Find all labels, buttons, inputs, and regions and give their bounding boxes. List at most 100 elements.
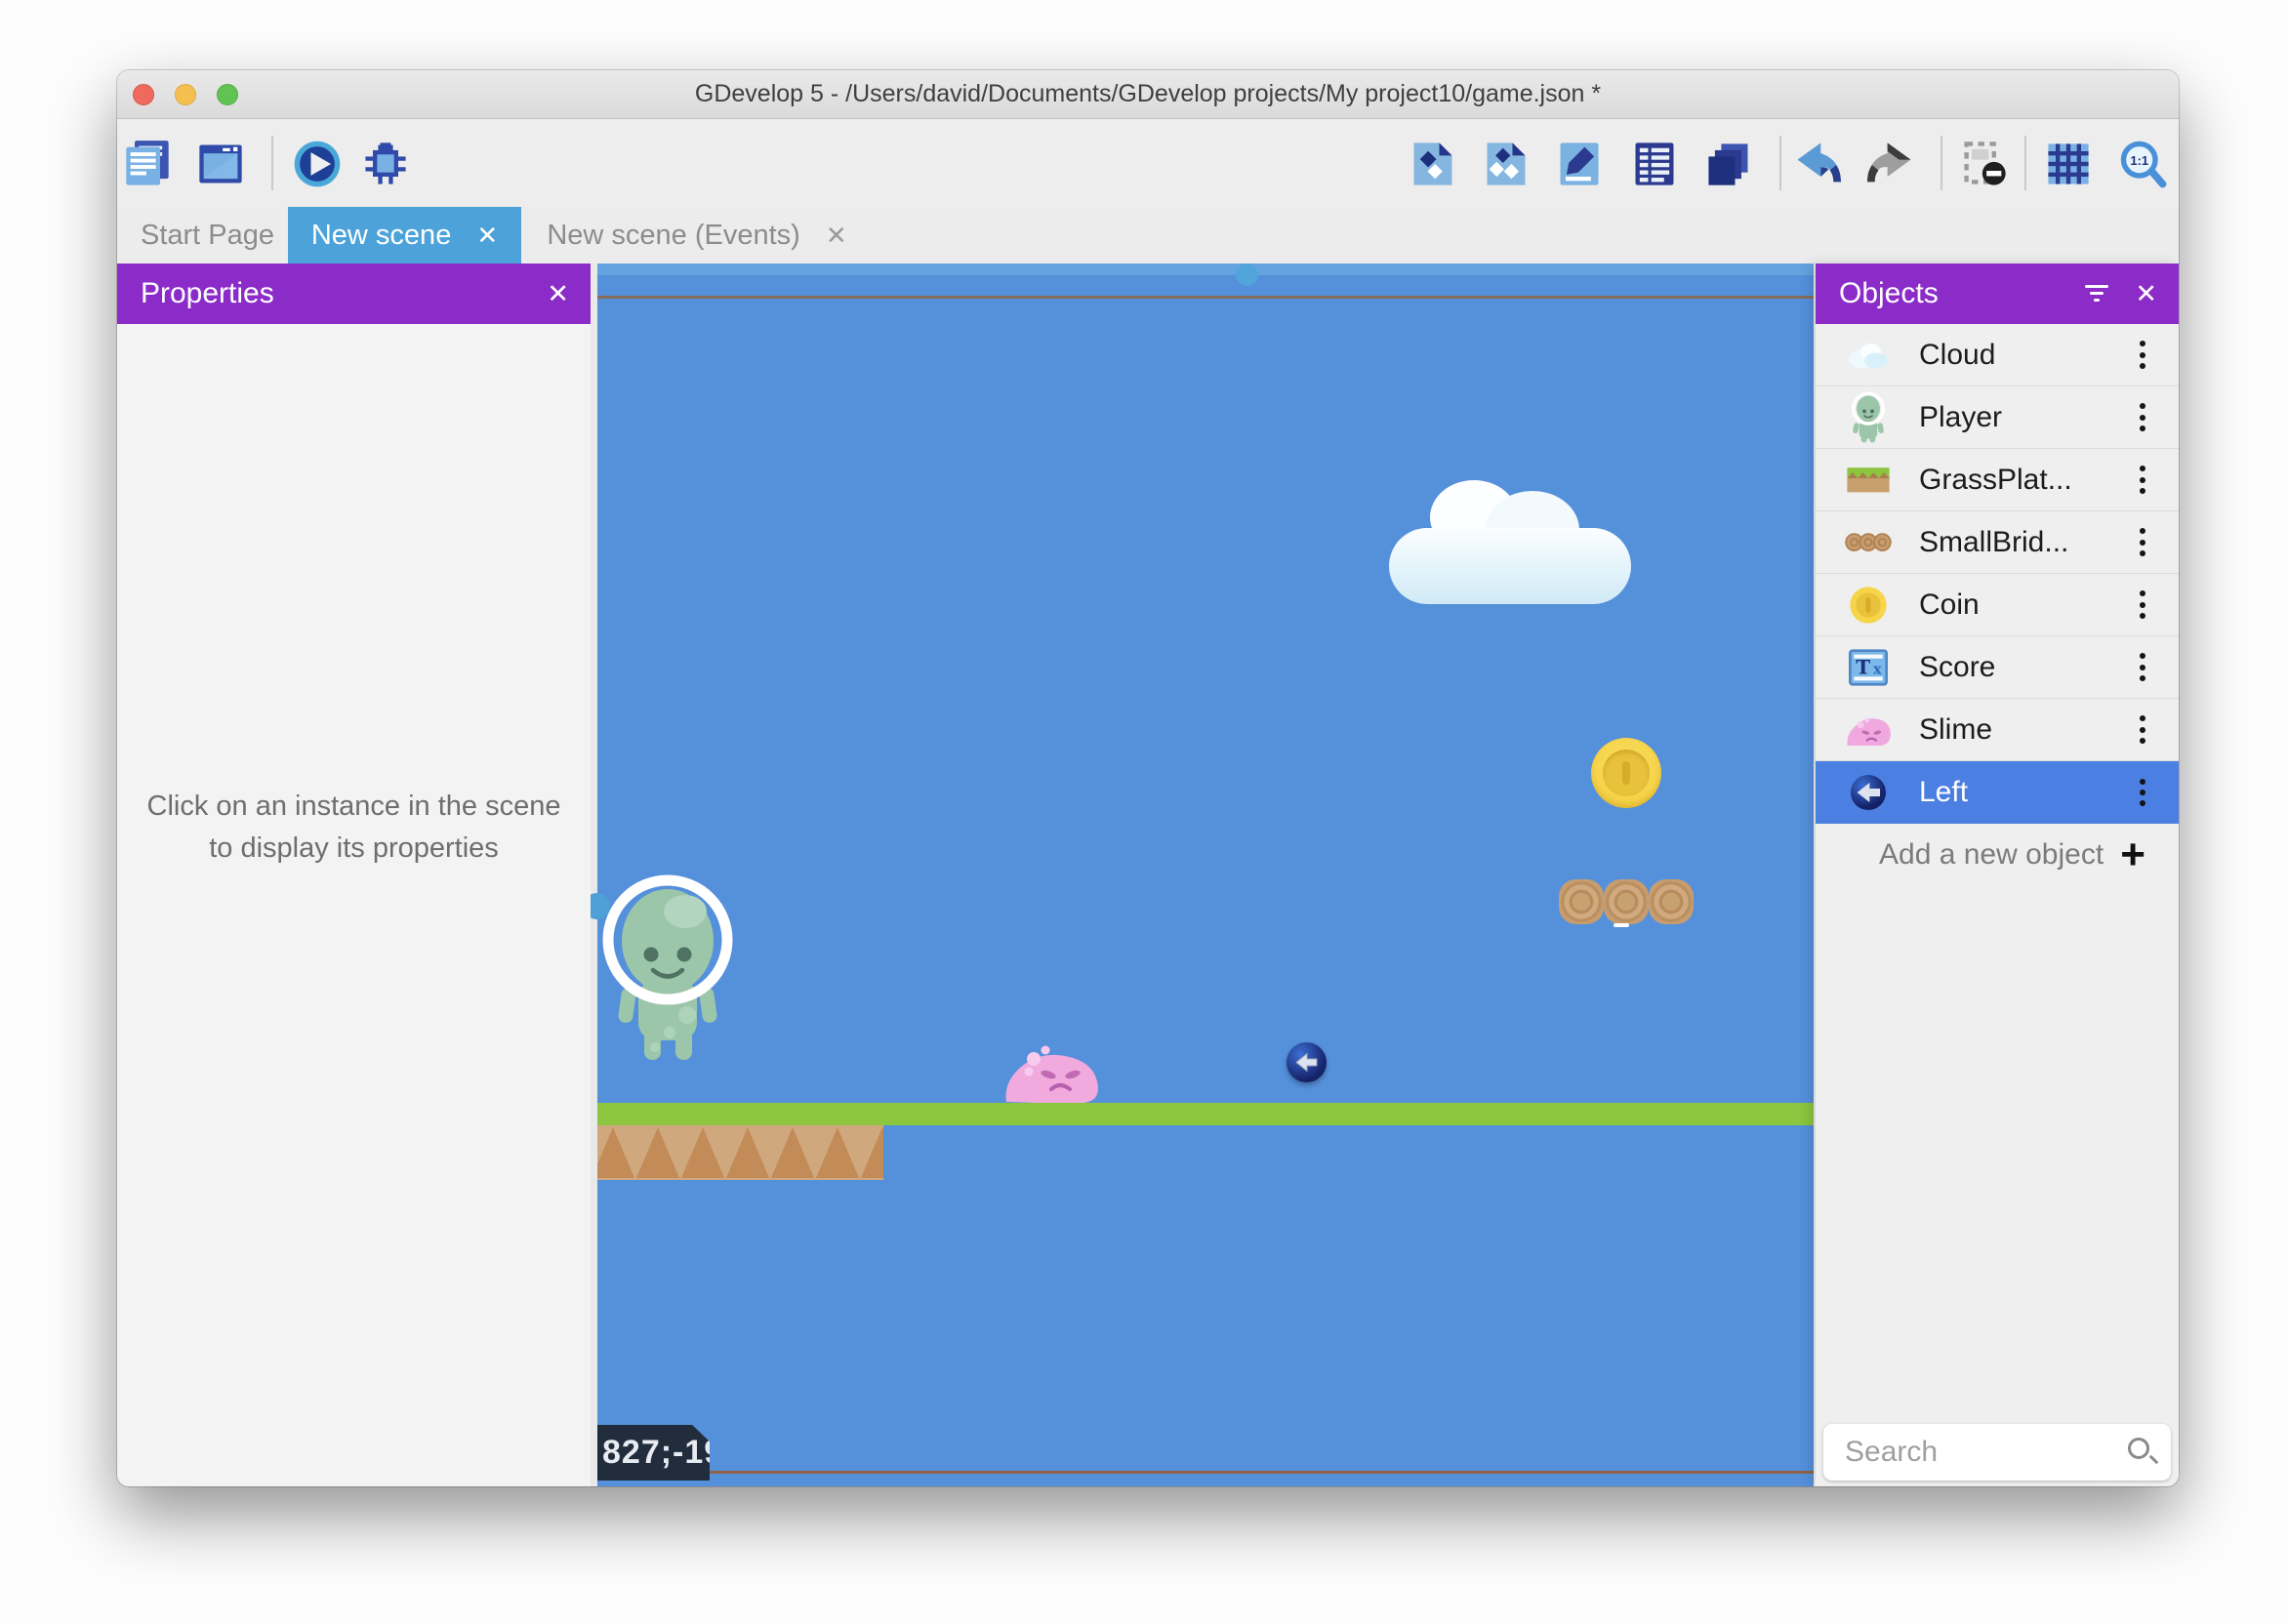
properties-body: Click on an instance in the scene to dis… xyxy=(117,324,591,1486)
layers-button[interactable] xyxy=(1700,136,1757,192)
project-manager-icon xyxy=(122,139,173,189)
redo-icon xyxy=(1866,139,1917,189)
object-row-smallbridge[interactable]: SmallBrid... xyxy=(1816,511,2179,574)
window-title: GDevelop 5 - /Users/david/Documents/GDev… xyxy=(695,80,1601,108)
object-row-player[interactable]: Player xyxy=(1816,386,2179,449)
object-label: Left xyxy=(1919,776,2128,809)
object-row-coin[interactable]: Coin xyxy=(1816,574,2179,636)
scene-player-instance[interactable] xyxy=(594,871,741,1066)
object-label: SmallBrid... xyxy=(1919,526,2128,559)
horizontal-scrollbar-thumb[interactable] xyxy=(1236,264,1258,286)
object-row-left[interactable]: Left xyxy=(1816,761,2179,824)
bridge-log xyxy=(1649,879,1694,924)
object-row-grassplatform[interactable]: GrassPlat... xyxy=(1816,449,2179,511)
play-preview-button[interactable] xyxy=(289,136,346,192)
kebab-menu-icon[interactable] xyxy=(2128,401,2157,434)
scene-cloud-instance[interactable] xyxy=(1381,464,1645,620)
scene-left-instance[interactable] xyxy=(1287,1042,1327,1082)
object-row-score[interactable]: T x Score xyxy=(1816,636,2179,699)
small-bridge-object-icon xyxy=(1845,519,1892,566)
scene-coin-instance[interactable] xyxy=(1591,738,1661,808)
tab-new-scene-events[interactable]: New scene (Events) ✕ xyxy=(521,207,873,264)
objects-search-input[interactable] xyxy=(1823,1424,2171,1481)
mask-icon xyxy=(1959,139,2010,189)
zoom-window-button[interactable] xyxy=(217,84,238,105)
bridge-log xyxy=(1604,879,1649,924)
editor-main: Properties ✕ Click on an instance in the… xyxy=(117,264,2179,1486)
minimize-window-button[interactable] xyxy=(175,84,196,105)
layers-icon xyxy=(1703,139,1754,189)
kebab-menu-icon[interactable] xyxy=(2128,339,2157,372)
redo-button[interactable] xyxy=(1863,136,1920,192)
add-icon[interactable]: + xyxy=(2120,833,2145,876)
start-page-button[interactable] xyxy=(192,136,249,192)
play-icon xyxy=(292,139,343,189)
kebab-menu-icon[interactable] xyxy=(2128,589,2157,622)
search-icon xyxy=(2128,1438,2149,1459)
object-label: GrassPlat... xyxy=(1919,464,2128,497)
undo-button[interactable] xyxy=(1788,136,1845,192)
toolbar-divider xyxy=(1779,136,1781,190)
toggle-mask-button[interactable] xyxy=(1956,136,2013,192)
zoom-reset-button[interactable]: 1:1 xyxy=(2114,136,2171,192)
undo-icon xyxy=(1791,139,1842,189)
tab-label: New scene xyxy=(311,220,451,252)
object-row-slime[interactable]: Slime xyxy=(1816,699,2179,761)
object-row-cloud[interactable]: Cloud xyxy=(1816,324,2179,386)
titlebar: GDevelop 5 - /Users/david/Documents/GDev… xyxy=(117,70,2179,119)
close-window-button[interactable] xyxy=(133,84,154,105)
object-label: Score xyxy=(1919,651,2128,684)
toolbar-divider xyxy=(271,136,273,190)
tab-start-page[interactable]: Start Page xyxy=(127,207,288,264)
toolbar: 1:1 xyxy=(117,119,2179,207)
add-object-label: Add a new object xyxy=(1879,838,2120,872)
scene-slime-instance[interactable] xyxy=(1004,1037,1106,1104)
edit-scene-properties-button[interactable] xyxy=(1551,136,1608,192)
tab-new-scene[interactable]: New scene ✕ xyxy=(288,207,521,264)
debug-button[interactable] xyxy=(357,136,414,192)
start-page-icon xyxy=(195,139,246,189)
object-label: Player xyxy=(1919,401,2128,434)
add-object-button[interactable] xyxy=(1405,136,1461,192)
kebab-menu-icon[interactable] xyxy=(2128,526,2157,559)
object-groups-button[interactable] xyxy=(1478,136,1534,192)
debug-icon xyxy=(360,139,411,189)
project-manager-button[interactable] xyxy=(119,136,176,192)
filter-icon[interactable] xyxy=(2084,285,2109,303)
cursor-coordinates-badge: 827;-19 xyxy=(593,1425,710,1481)
tab-bar: Start Page New scene ✕ New scene (Events… xyxy=(117,207,2179,264)
objects-title: Objects xyxy=(1839,277,2084,310)
close-panel-icon[interactable]: ✕ xyxy=(547,279,569,309)
bridge-log xyxy=(1559,879,1604,924)
kebab-menu-icon[interactable] xyxy=(2128,464,2157,497)
instances-list-button[interactable] xyxy=(1626,136,1683,192)
bridge-selection-dash xyxy=(1614,923,1629,927)
scene-small-bridge-instance[interactable] xyxy=(1559,879,1694,924)
kebab-menu-icon[interactable] xyxy=(2128,651,2157,684)
gdevelop-window: GDevelop 5 - /Users/david/Documents/GDev… xyxy=(117,70,2179,1486)
objects-list: Cloud xyxy=(1816,324,2179,886)
kebab-menu-icon[interactable] xyxy=(2128,776,2157,809)
toggle-grid-button[interactable] xyxy=(2040,136,2097,192)
toolbar-divider xyxy=(2024,136,2026,190)
properties-header: Properties ✕ xyxy=(117,264,591,324)
kebab-menu-icon[interactable] xyxy=(2128,713,2157,747)
objects-header: Objects ✕ xyxy=(1816,264,2179,324)
scene-border-bottom-line xyxy=(591,1471,1814,1474)
scene-canvas[interactable]: 827;-19 xyxy=(591,264,1814,1486)
scene-grass-platform[interactable] xyxy=(591,1103,1814,1125)
scene-vertical-scrollbar[interactable] xyxy=(591,264,597,1486)
objects-panel: Objects ✕ Cloud xyxy=(1816,264,2179,1486)
properties-empty-message: Click on an instance in the scene to dis… xyxy=(140,786,569,868)
object-icon xyxy=(1408,139,1458,189)
add-object-row[interactable]: Add a new object + xyxy=(1816,824,2179,886)
object-label: Slime xyxy=(1919,713,2128,747)
close-panel-icon[interactable]: ✕ xyxy=(2135,279,2157,309)
close-tab-icon[interactable]: ✕ xyxy=(826,221,847,251)
objects-search xyxy=(1823,1424,2171,1481)
properties-panel: Properties ✕ Click on an instance in the… xyxy=(117,264,591,1486)
svg-text:x: x xyxy=(1873,661,1882,677)
left-arrow-icon xyxy=(1287,1042,1327,1082)
close-tab-icon[interactable]: ✕ xyxy=(476,221,498,251)
svg-text:1:1: 1:1 xyxy=(2130,153,2148,168)
